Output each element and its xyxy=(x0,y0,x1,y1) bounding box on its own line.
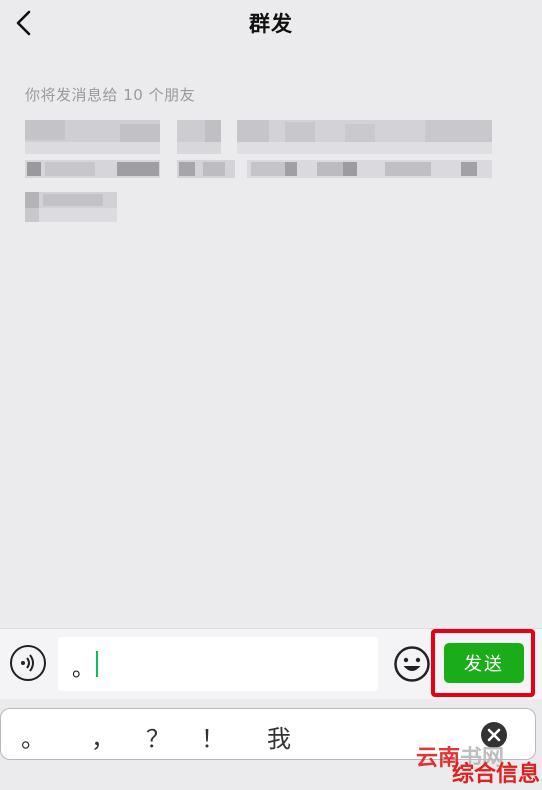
watermark-logo: 云南书网 综合信息 xyxy=(410,746,542,790)
recipient-names-blurred xyxy=(25,120,495,230)
text-cursor xyxy=(96,651,98,677)
suggestion-item[interactable]: 我 xyxy=(267,719,291,754)
message-input[interactable]: 。 xyxy=(58,637,378,691)
page-title: 群发 xyxy=(249,12,293,36)
suggestion-item[interactable]: ？ xyxy=(146,719,170,754)
suggestion-item[interactable]: ， xyxy=(91,719,115,754)
nav-bar: 群发 xyxy=(0,0,542,48)
watermark-line2: 综合信息 xyxy=(452,762,541,787)
message-text: 。 xyxy=(72,657,95,682)
suggestion-item[interactable]: 。 xyxy=(21,719,45,754)
voice-icon[interactable] xyxy=(10,645,46,681)
send-button[interactable]: 发送 xyxy=(444,643,524,683)
message-input-bar: 。 发送 xyxy=(0,628,542,699)
emoji-icon[interactable] xyxy=(393,645,431,683)
suggestion-item[interactable]: ！ xyxy=(201,719,225,754)
message-area: 你将发消息给 10 个朋友 xyxy=(0,48,542,628)
recipients-caption: 你将发消息给 10 个朋友 xyxy=(25,86,196,104)
